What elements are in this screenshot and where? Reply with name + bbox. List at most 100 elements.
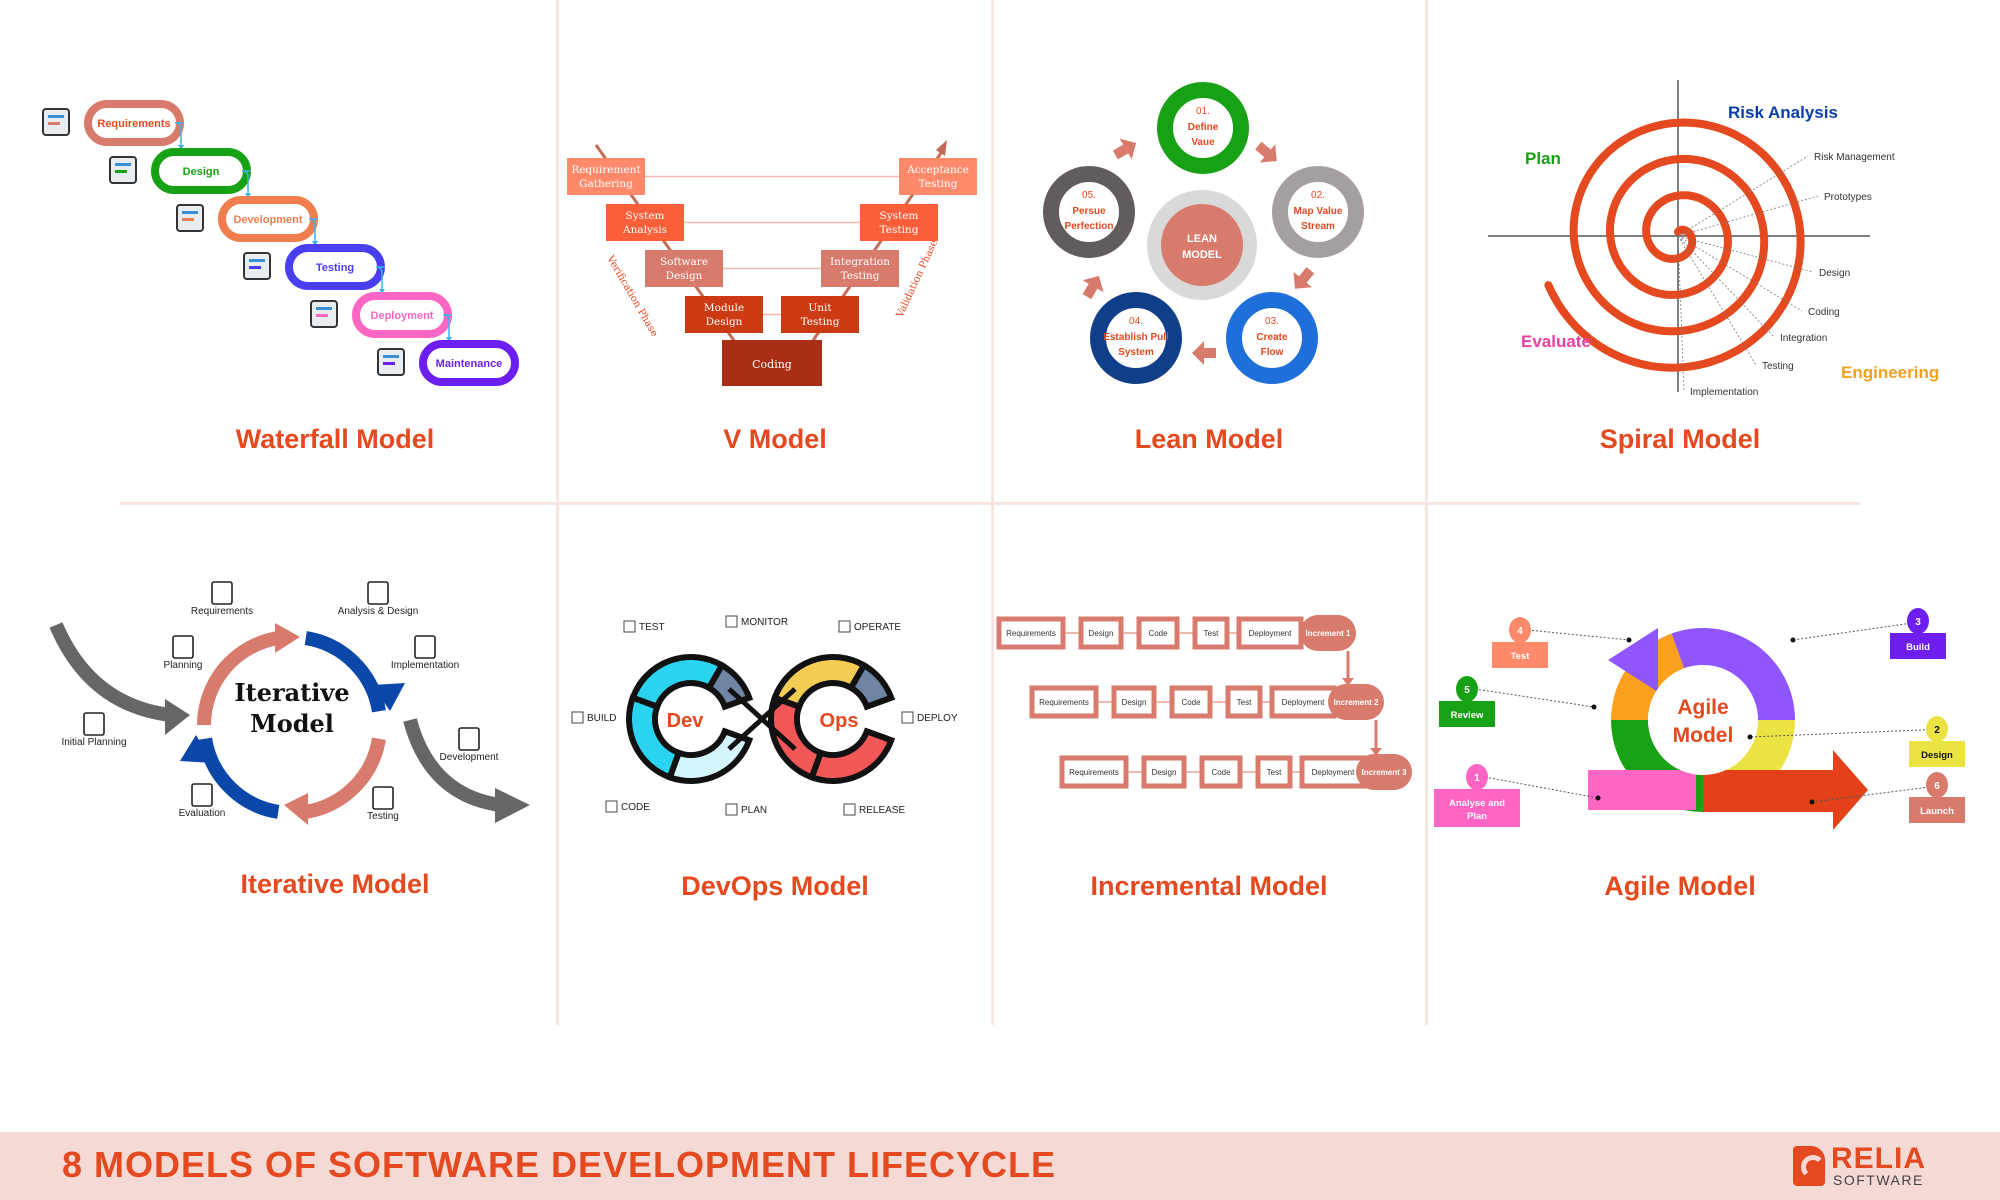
agile-step-review: 5 Review <box>1439 676 1597 727</box>
incremental-stage-code: Code <box>1211 768 1231 777</box>
page-title: 8 MODELS OF SOFTWARE DEVELOPMENT LIFECYC… <box>62 1144 1057 1185</box>
devops-label-operate: OPERATE <box>854 622 901 633</box>
agile-step-label: Design <box>1921 750 1953 761</box>
lean-step-label: Perfection <box>1065 221 1114 232</box>
incremental-stage-code: Code <box>1181 698 1201 707</box>
incremental-stage-requirements: Requirements <box>1069 768 1119 777</box>
lean-step-label: Define <box>1188 122 1219 133</box>
iterative-center-label: Model <box>250 709 334 738</box>
development-icon <box>458 727 480 751</box>
agile-callout-line <box>1527 629 1630 641</box>
devops-label-monitor: MONITOR <box>741 617 788 628</box>
arrow-icon <box>1082 275 1104 300</box>
relia-logo[interactable]: RELIA SOFTWARE <box>1793 1142 1933 1188</box>
lean-step-3: 03. Create Flow <box>1226 292 1318 384</box>
arrow-icon <box>1112 138 1137 160</box>
arrowhead-icon <box>936 140 947 156</box>
agile-step-number: 1 <box>1474 773 1480 784</box>
devops-label-code: CODE <box>621 802 650 813</box>
increment-label: Increment 1 <box>1306 629 1351 638</box>
wrench-gears-icon-detail <box>383 355 399 358</box>
incremental-stage-test: Test <box>1237 698 1252 707</box>
wrench-gears-icon <box>377 348 405 376</box>
devops-title: DevOps Model <box>681 871 869 901</box>
v-box-label: Module <box>704 302 744 314</box>
spiral-panel: Risk Analysis Plan Evaluate Engineering Risk… <box>1428 0 2000 500</box>
agile-panel: Agile Model 1 Analyse and Plan 2 Design 3 Build 4… <box>1428 505 2000 1025</box>
v-box-label: Gathering <box>579 178 633 190</box>
incremental-title: Incremental Model <box>1090 871 1328 901</box>
v-box-label: Testing <box>880 224 919 236</box>
validation-phase-label: Validation Phase <box>894 238 940 320</box>
lean-step-label: Map Value <box>1294 206 1343 217</box>
devops-label-deploy: DEPLOY <box>917 713 958 724</box>
test-icon <box>623 620 636 633</box>
evaluation-icon <box>191 783 213 807</box>
lean-step-label: Establish Pull <box>1103 332 1169 343</box>
waterfall-step-label: Testing <box>316 262 354 274</box>
lean-step-number: 04. <box>1129 316 1143 327</box>
v-box-label: Testing <box>919 178 958 190</box>
incremental-stage-design: Design <box>1122 698 1147 707</box>
arrowhead-icon <box>495 788 530 823</box>
spiral-callout-integration: Integration <box>1780 333 1827 344</box>
iterative-panel: Iterative Model Requirements Analysis & Des… <box>0 505 556 1025</box>
waterfall-step-label: Deployment <box>371 310 434 322</box>
plan-icon <box>725 803 738 816</box>
arrow-icon <box>1255 141 1277 163</box>
iterative-label-testing: Testing <box>367 811 399 822</box>
lean-step-1: 01. Define Vaue <box>1157 82 1249 174</box>
code-icon <box>605 800 618 813</box>
agile-step-label: Plan <box>1467 811 1487 822</box>
agile-center-label: Agile <box>1677 696 1728 719</box>
lean-step-number: 03. <box>1265 316 1279 327</box>
incremental-stage-test: Test <box>1204 629 1219 638</box>
logo-subtitle: SOFTWARE <box>1833 1172 1924 1188</box>
analysis-design-icon <box>367 581 389 605</box>
logo-wordmark: RELIA <box>1831 1142 1926 1175</box>
implementation-icon <box>414 635 436 659</box>
monitor-icon <box>725 615 738 628</box>
code-window-icon <box>176 204 204 232</box>
waterfall-step-testing: Testing <box>243 244 385 294</box>
clipboard-gear-icon-detail <box>48 115 64 118</box>
lean-step-number: 05. <box>1082 190 1096 201</box>
lean-step-label: Create <box>1256 332 1288 343</box>
dev-segment <box>628 654 727 711</box>
v-box-label: Integration <box>830 256 890 268</box>
spiral-diagram: Risk Analysis Plan Evaluate Engineering Risk… <box>1488 80 1939 398</box>
arrowhead-icon <box>275 623 300 653</box>
v-box-label: System <box>626 210 665 222</box>
v-box-label: Design <box>706 316 743 328</box>
lean-center <box>1161 204 1243 286</box>
lean-center-label: MODEL <box>1182 249 1222 261</box>
incremental-stage-requirements: Requirements <box>1006 629 1056 638</box>
code-window-icon-detail <box>182 218 194 221</box>
release-icon <box>843 803 856 816</box>
incremental-stage-design: Design <box>1089 629 1114 638</box>
waterfall-step-requirements: Requirements <box>42 100 184 150</box>
requirements-icon <box>211 581 233 605</box>
arrow-icon <box>1293 267 1315 289</box>
devops-label-release: RELEASE <box>859 805 905 816</box>
waterfall-title: Waterfall Model <box>235 424 435 454</box>
monitor-design-icon-detail <box>115 163 131 166</box>
incremental-diagram: Requirements Design Code Test Deployment Incr… <box>996 615 1412 790</box>
agile-step-number: 2 <box>1934 725 1940 736</box>
v-box-label: Analysis <box>622 224 667 236</box>
incremental-stage-deployment: Deployment <box>1249 629 1292 638</box>
cloud-upload-icon <box>310 300 338 328</box>
iterative-label-initial-planning: Initial Planning <box>61 737 126 748</box>
testing-icon <box>372 786 394 810</box>
ops-segment <box>846 661 896 711</box>
v-model-panel: Requirement Gathering Acceptance Testing Sys… <box>559 0 991 500</box>
arrowhead-icon <box>284 793 308 825</box>
v-box-label: Acceptance <box>906 164 969 176</box>
lean-panel: LEAN MODEL 01. Define Vaue 02. Map Value Stream… <box>994 0 1425 500</box>
spiral-quadrant-evaluate: Evaluate <box>1521 332 1591 351</box>
lean-step-4: 04. Establish Pull System <box>1090 292 1182 384</box>
spiral-callout-coding: Coding <box>1808 307 1840 318</box>
monitor-design-icon <box>109 156 137 184</box>
spiral-callout-implementation: Implementation <box>1690 387 1758 398</box>
laptop-test-icon-detail <box>249 266 261 269</box>
